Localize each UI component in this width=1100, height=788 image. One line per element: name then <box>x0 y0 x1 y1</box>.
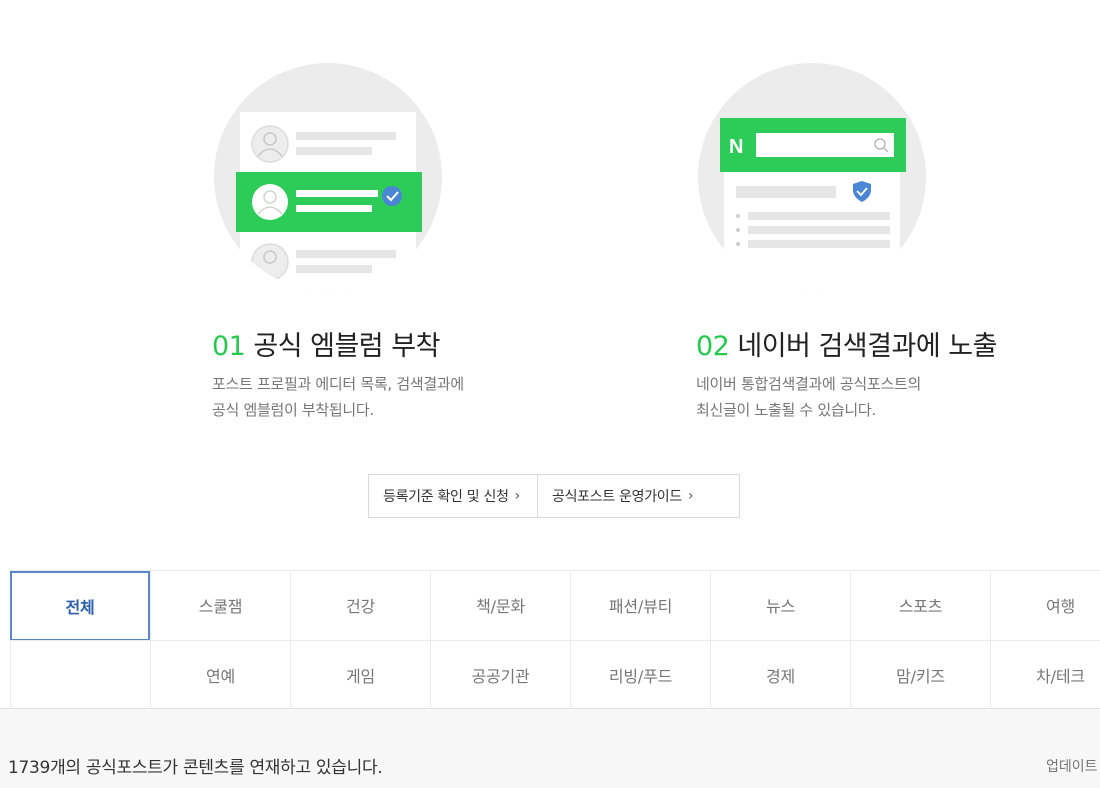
feature-2-title-text: 네이버 검색결과에 노출 <box>737 331 997 362</box>
guide-links: 등록기준 확인 및 신청 › 공식포스트 운영가이드 › <box>368 474 740 518</box>
feature-2-desc-line: 네이버 통합검색결과에 공식포스트의 <box>696 375 921 393</box>
chevron-right-icon: › <box>687 488 694 504</box>
tab-game[interactable]: 게임 <box>290 641 430 709</box>
tab-entertainment[interactable]: 연예 <box>150 641 290 709</box>
feature-2-description: 네이버 통합검색결과에 공식포스트의 최신글이 노출될 수 있습니다. <box>696 371 921 423</box>
feature-2-desc-line: 최신글이 노출될 수 있습니다. <box>696 401 876 419</box>
feature-1-title: 01 공식 엠블럼 부착 <box>212 324 440 363</box>
status-bar: 1739개의 공식포스트가 콘텐츠를 연재하고 있습니다. 업데이트 <box>0 709 1100 788</box>
feature-1-desc-line: 포스트 프로필과 에디터 목록, 검색결과에 <box>212 375 464 393</box>
operation-guide-link[interactable]: 공식포스트 운영가이드 › <box>537 475 739 517</box>
feature-1-description: 포스트 프로필과 에디터 목록, 검색결과에 공식 엠블럼이 부착됩니다. <box>212 371 464 423</box>
category-tabs: 전체 스쿨잼 건강 책/문화 패션/뷰티 뉴스 스포츠 여행 연예 게임 공공기… <box>10 570 1100 709</box>
operation-guide-label: 공식포스트 운영가이드 <box>552 489 682 505</box>
tab-car-tech[interactable]: 차/테크 <box>990 641 1100 709</box>
tab-travel[interactable]: 여행 <box>990 571 1100 639</box>
tab-mom-kids[interactable]: 맘/키즈 <box>850 641 990 709</box>
naver-logo: N <box>729 136 743 158</box>
empty-cell <box>10 641 150 709</box>
feature-1-number: 01 <box>212 331 246 362</box>
feature-2-title: 02 네이버 검색결과에 노출 <box>696 324 997 363</box>
registration-criteria-label: 등록기준 확인 및 신청 <box>383 489 509 505</box>
feature-1-desc-line: 공식 엠블럼이 부착됩니다. <box>212 401 374 419</box>
registration-criteria-link[interactable]: 등록기준 확인 및 신청 › <box>369 475 537 517</box>
tab-economy[interactable]: 경제 <box>710 641 850 709</box>
naver-search-result-illustration: N <box>698 63 926 291</box>
official-post-count-text: 1739개의 공식포스트가 콘텐츠를 연재하고 있습니다. <box>8 758 383 778</box>
tab-health[interactable]: 건강 <box>290 571 430 639</box>
update-sort-link[interactable]: 업데이트 <box>1046 756 1098 776</box>
tab-books-culture[interactable]: 책/문화 <box>430 571 570 639</box>
feature-1-title-text: 공식 엠블럼 부착 <box>253 331 440 362</box>
tab-sports[interactable]: 스포츠 <box>850 571 990 639</box>
tab-schooljam[interactable]: 스쿨잼 <box>150 571 290 639</box>
tab-living-food[interactable]: 리빙/푸드 <box>570 641 710 709</box>
tab-news[interactable]: 뉴스 <box>710 571 850 639</box>
profile-list-emblem-illustration <box>214 63 442 291</box>
category-row: 전체 스쿨잼 건강 책/문화 패션/뷰티 뉴스 스포츠 여행 <box>10 571 1100 641</box>
tab-all[interactable]: 전체 <box>10 571 150 641</box>
feature-2-number: 02 <box>696 331 730 362</box>
chevron-right-icon: › <box>514 488 521 504</box>
category-row: 연예 게임 공공기관 리빙/푸드 경제 맘/키즈 차/테크 <box>10 640 1100 709</box>
tab-fashion-beauty[interactable]: 패션/뷰티 <box>570 571 710 639</box>
tab-public-agency[interactable]: 공공기관 <box>430 641 570 709</box>
